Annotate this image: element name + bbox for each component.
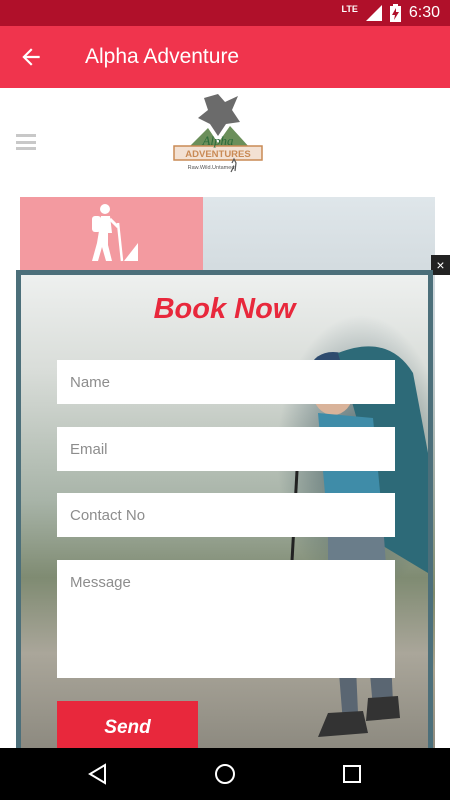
navigation-bar (0, 748, 450, 800)
back-arrow-icon[interactable] (18, 44, 44, 70)
clock: 6:30 (408, 4, 440, 21)
name-input[interactable]: Name (57, 360, 395, 404)
send-button[interactable]: Send (57, 701, 198, 748)
book-now-modal: Book Now Name Email Contact No Message S… (16, 270, 433, 748)
battery-icon (389, 4, 401, 22)
menu-icon[interactable] (16, 134, 36, 150)
network-type: LTE (341, 4, 358, 14)
alpha-adventures-logo: Alpha ADVENTURES Raw.Wild.Untamed (173, 94, 263, 173)
app-bar: Alpha Adventure (0, 26, 450, 88)
svg-text:Raw.Wild.Untamed: Raw.Wild.Untamed (188, 165, 235, 171)
hiking-tile[interactable] (20, 197, 203, 270)
email-input[interactable]: Email (57, 427, 395, 471)
hiker-icon (92, 204, 138, 262)
status-bar: LTE 6:30 (0, 0, 450, 26)
svg-text:ADVENTURES: ADVENTURES (185, 149, 250, 160)
recents-nav-icon[interactable] (340, 762, 364, 786)
close-button[interactable]: × (431, 255, 450, 275)
page-title: Alpha Adventure (85, 45, 240, 68)
modal-title: Book Now (153, 293, 296, 325)
back-nav-icon[interactable] (86, 762, 110, 786)
message-textarea[interactable]: Message (57, 560, 395, 678)
home-nav-icon[interactable] (213, 762, 237, 786)
site-header: Alpha ADVENTURES Raw.Wild.Untamed (0, 88, 450, 196)
contact-input[interactable]: Contact No (57, 493, 395, 537)
signal-icon (365, 5, 382, 21)
svg-text:Alpha: Alpha (201, 133, 234, 148)
